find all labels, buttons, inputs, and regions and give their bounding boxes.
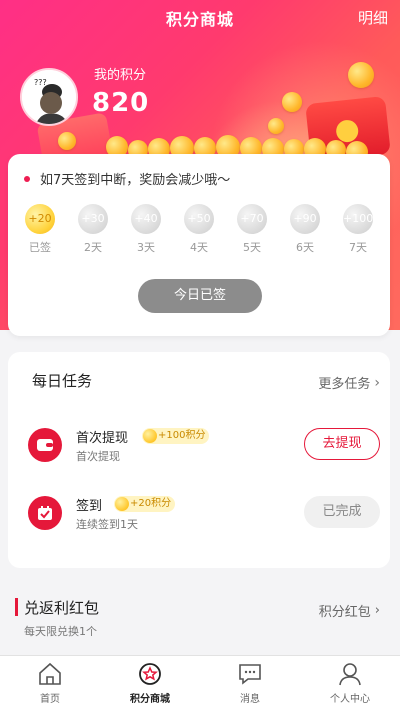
task-subtitle: 首次提现 — [76, 450, 120, 463]
task-name: 签到 — [76, 499, 103, 514]
section-title: 每日任务 — [32, 372, 93, 390]
top-bar: 积分商城 明细 — [0, 0, 400, 34]
coin-icon: +40 — [131, 204, 161, 234]
signin-day-1: +20 已签 — [22, 204, 58, 255]
points-redpacket-label: 积分红包 — [318, 605, 371, 620]
withdraw-button[interactable]: 去提现 — [304, 428, 380, 460]
completed-button[interactable]: 已完成 — [304, 496, 380, 528]
task-subtitle: 连续签到1天 — [76, 518, 138, 531]
signin-day-6: +90 6天 — [287, 204, 323, 255]
task-name: 首次提现 — [76, 431, 129, 446]
day-label: 3天 — [137, 241, 155, 254]
tab-points-mall[interactable]: 积分商城 — [100, 656, 200, 711]
coin-decoration — [268, 118, 284, 134]
red-packet-section: 兑返利红包 每天限兑换1个 积分红包 › — [8, 582, 390, 654]
signin-notice: 如7天签到中断，奖励会减少哦～ — [24, 169, 230, 188]
coin-icon: +70 — [237, 204, 267, 234]
section-accent-bar — [15, 598, 18, 616]
signin-notice-text: 如7天签到中断，奖励会减少哦～ — [40, 173, 231, 188]
tab-label: 积分商城 — [130, 694, 170, 705]
points-redpacket-link[interactable]: 积分红包 › — [319, 601, 380, 620]
day-label: 4天 — [190, 241, 208, 254]
task-row: 签到 +20积分 连续签到1天 已完成 — [28, 492, 380, 536]
points-badge: +20积分 — [114, 496, 176, 512]
coin-decoration — [58, 132, 76, 150]
task-row: 首次提现 +100积分 首次提现 去提现 — [28, 424, 380, 468]
signin-day-4: +50 4天 — [181, 204, 217, 255]
message-icon — [239, 664, 261, 685]
chevron-right-icon: › — [374, 603, 380, 618]
tab-label: 消息 — [240, 694, 260, 705]
more-tasks-label: 更多任务 — [318, 377, 371, 392]
notice-dot-icon — [24, 175, 30, 182]
tab-home[interactable]: 首页 — [0, 656, 100, 711]
wallet-icon — [28, 428, 62, 462]
points-value: 820 — [92, 88, 150, 118]
tab-messages[interactable]: 消息 — [200, 656, 300, 711]
section-title: 兑返利红包 — [24, 599, 100, 617]
bottom-tab-bar: 首页 积分商城 消息 个人中心 — [0, 655, 400, 711]
tab-label: 个人中心 — [330, 694, 370, 705]
signin-day-2: +30 2天 — [75, 204, 111, 255]
coin-icon: +90 — [290, 204, 320, 234]
day-label: 2天 — [84, 241, 102, 254]
signin-day-3: +40 3天 — [128, 204, 164, 255]
signin-day-5: +70 5天 — [234, 204, 270, 255]
signed-today-button[interactable]: 今日已签 — [138, 279, 262, 313]
coin-icon: +50 — [184, 204, 214, 234]
coin-icon: +30 — [78, 204, 108, 234]
more-tasks-link[interactable]: 更多任务 › — [318, 373, 380, 393]
calendar-check-icon — [28, 496, 62, 530]
daily-tasks-card: 每日任务 更多任务 › 首次提现 +100积分 首次提现 去提现 签到 +20积… — [8, 352, 390, 568]
avatar[interactable]: ??? — [20, 68, 78, 126]
coin-icon: +100 — [343, 204, 373, 234]
detail-link[interactable]: 明细 — [358, 7, 388, 28]
tab-profile[interactable]: 个人中心 — [300, 656, 400, 711]
page-title: 积分商城 — [165, 10, 234, 29]
coin-decoration — [348, 62, 374, 88]
signin-days: +20 已签 +30 2天 +40 3天 +50 4天 +70 5天 +90 6… — [20, 204, 380, 264]
tab-label: 首页 — [40, 694, 60, 705]
coin-decoration — [282, 92, 302, 112]
day-label: 7天 — [349, 241, 367, 254]
signin-card: 如7天签到中断，奖励会减少哦～ +20 已签 +30 2天 +40 3天 +50… — [8, 154, 390, 336]
coin-icon: +20 — [25, 204, 55, 234]
star-shop-icon — [139, 663, 161, 685]
day-label: 已签 — [29, 241, 51, 254]
home-icon — [39, 662, 61, 685]
points-label: 我的积分 — [94, 68, 147, 83]
day-label: 6天 — [296, 241, 314, 254]
chevron-right-icon: › — [374, 374, 380, 391]
section-subtitle: 每天限兑换1个 — [24, 625, 97, 638]
user-icon — [339, 663, 361, 686]
day-label: 5天 — [243, 241, 261, 254]
avatar-text: ??? — [34, 78, 47, 87]
points-badge: +100积分 — [142, 428, 210, 444]
signin-day-7: +100 7天 — [340, 204, 376, 255]
